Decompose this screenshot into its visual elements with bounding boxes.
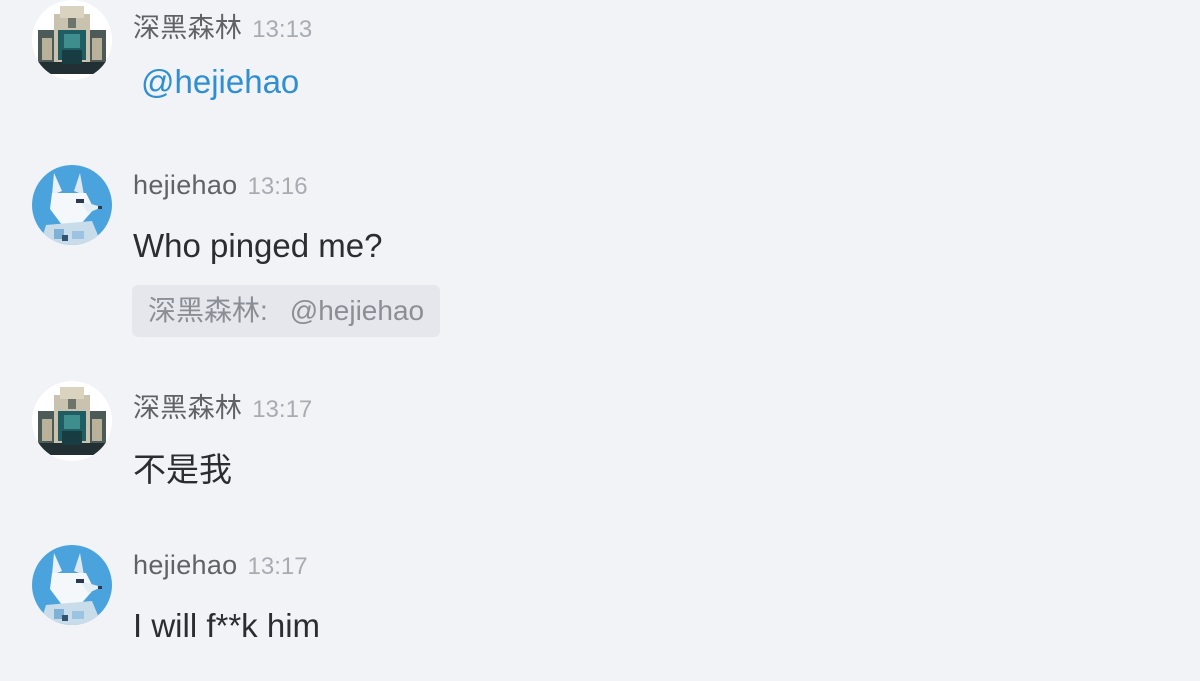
author-name[interactable]: 深黑森林	[133, 393, 242, 423]
fox-avatar-image	[32, 545, 112, 625]
message-time: 13:17	[247, 553, 308, 580]
fox-avatar[interactable]	[32, 545, 112, 625]
castle-avatar[interactable]	[32, 381, 112, 461]
message-header: hejiehao 13:17	[133, 550, 308, 581]
message-header: hejiehao 13:16	[133, 170, 308, 201]
message-text: Who pinged me?	[133, 227, 383, 264]
message-text: @hejiehao	[133, 63, 299, 101]
mention-link[interactable]: @hejiehao	[141, 63, 299, 100]
author-name[interactable]: hejiehao	[133, 550, 238, 580]
message-header: 深黑森林 13:13	[133, 6, 312, 45]
quoted-message[interactable]: 深黑森林: @hejiehao	[132, 285, 441, 337]
message-time: 13:16	[247, 173, 308, 200]
fox-avatar[interactable]	[32, 165, 112, 245]
castle-avatar-image	[32, 381, 112, 461]
quote-author: 深黑森林	[148, 295, 261, 326]
quote-separator: :	[260, 295, 268, 326]
message-header: 深黑森林 13:17	[133, 386, 312, 425]
castle-avatar-image	[32, 0, 112, 80]
fox-avatar-image	[32, 165, 112, 245]
message-text: I will f**k him	[133, 607, 321, 644]
chat-message-list: 深黑森林 13:13 @hejiehao hejiehao 13:16 Who …	[0, 0, 1200, 681]
message-time: 13:13	[252, 16, 313, 43]
author-name[interactable]: hejiehao	[133, 170, 238, 200]
quote-text: @hejiehao	[289, 295, 425, 326]
message-text: 不是我	[133, 451, 232, 488]
castle-avatar[interactable]	[32, 0, 112, 80]
message-time: 13:17	[252, 396, 313, 423]
author-name[interactable]: 深黑森林	[133, 13, 242, 43]
